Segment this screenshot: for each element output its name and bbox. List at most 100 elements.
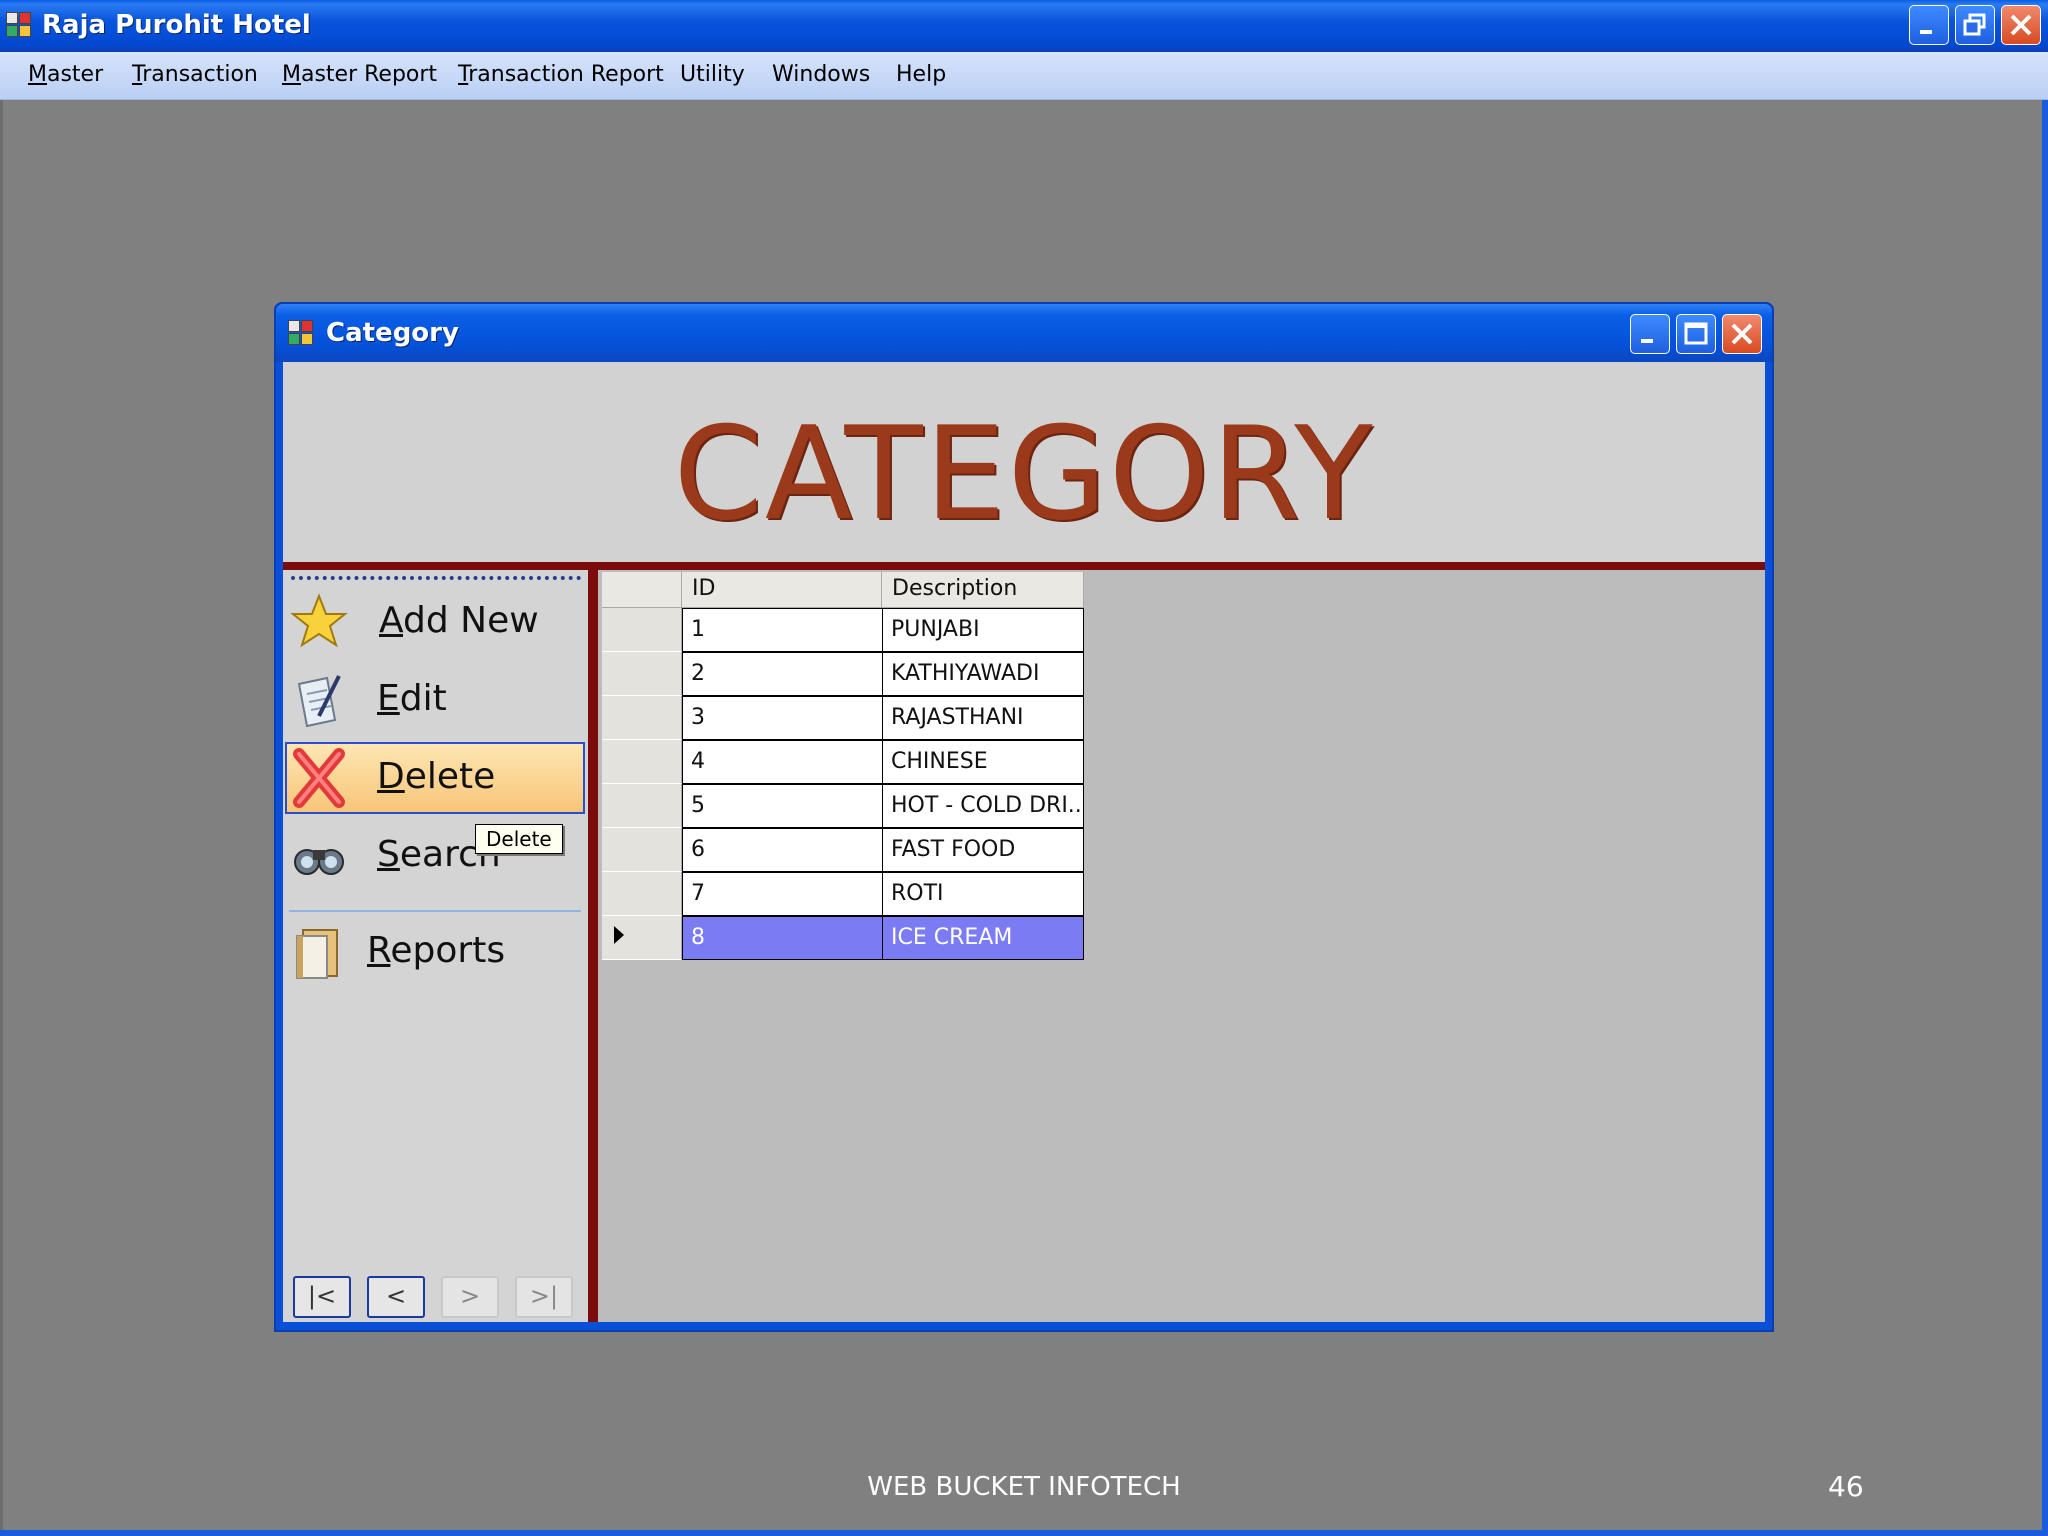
close-button[interactable] bbox=[2001, 5, 2041, 45]
menu-mnemonic: T bbox=[132, 62, 143, 87]
reports-button[interactable]: Reports bbox=[285, 916, 585, 988]
label-text: elete bbox=[404, 756, 496, 797]
cell-description[interactable]: RAJASTHANI bbox=[882, 696, 1084, 740]
banner-title: CATEGORY bbox=[673, 400, 1375, 549]
menu-bar: Master Transaction Master Report Transac… bbox=[0, 52, 2048, 100]
label-text: dit bbox=[399, 678, 447, 719]
menu-label: aster Report bbox=[300, 62, 438, 87]
row-header-selected[interactable] bbox=[602, 916, 682, 960]
cell-id[interactable]: 7 bbox=[682, 872, 883, 916]
label-mnemonic: S bbox=[377, 834, 400, 875]
banner-divider bbox=[283, 562, 1765, 570]
panel-separator bbox=[289, 910, 581, 912]
edit-button[interactable]: Edit bbox=[285, 664, 585, 736]
row-header[interactable] bbox=[602, 872, 682, 916]
category-window-title: Category bbox=[326, 318, 459, 348]
panel-grip[interactable] bbox=[291, 576, 581, 580]
cell-id[interactable]: 4 bbox=[682, 740, 883, 784]
maximize-icon bbox=[1684, 322, 1708, 345]
cell-id[interactable]: 1 bbox=[682, 608, 883, 652]
close-icon bbox=[2010, 14, 2032, 36]
header-banner: CATEGORY bbox=[283, 362, 1765, 562]
previous-record-button[interactable]: < bbox=[367, 1276, 425, 1318]
cell-description[interactable]: FAST FOOD bbox=[882, 828, 1084, 872]
row-header[interactable] bbox=[602, 696, 682, 740]
row-header[interactable] bbox=[602, 740, 682, 784]
category-window-body: CATEGORY Add New Edit Delete Search Dele… bbox=[283, 362, 1765, 1322]
star-icon bbox=[289, 592, 349, 652]
cell-id[interactable]: 6 bbox=[682, 828, 883, 872]
menu-label: Utility bbox=[680, 62, 745, 87]
cell-id[interactable]: 5 bbox=[682, 784, 883, 828]
mdi-bottom-border bbox=[0, 1530, 2048, 1536]
cell-description[interactable]: HOT - COLD DRI... bbox=[882, 784, 1084, 828]
minimize-button[interactable] bbox=[1909, 5, 1949, 45]
category-window-icon[interactable] bbox=[288, 320, 314, 346]
child-close-button[interactable] bbox=[1722, 314, 1762, 354]
child-minimize-button[interactable] bbox=[1630, 314, 1670, 354]
reports-book-icon bbox=[289, 922, 349, 982]
label-text: dd New bbox=[403, 600, 539, 641]
restore-button[interactable] bbox=[1955, 5, 1995, 45]
menu-transaction[interactable]: Transaction bbox=[132, 62, 258, 87]
reports-label: Reports bbox=[367, 930, 505, 971]
app-titlebar: Raja Purohit Hotel bbox=[0, 0, 2048, 52]
mdi-left-border bbox=[0, 100, 3, 1536]
menu-master-report[interactable]: Master Report bbox=[282, 62, 437, 87]
cell-description[interactable]: CHINESE bbox=[882, 740, 1084, 784]
binoculars-icon bbox=[289, 826, 349, 886]
delete-label: Delete bbox=[377, 756, 495, 797]
first-record-button[interactable]: |< bbox=[293, 1276, 351, 1318]
app-icon[interactable] bbox=[6, 12, 32, 38]
red-x-icon bbox=[289, 748, 349, 808]
menu-mnemonic: T bbox=[458, 62, 469, 87]
menu-label: aster bbox=[46, 62, 104, 87]
next-record-button[interactable]: > bbox=[441, 1276, 499, 1318]
grid-corner-header[interactable] bbox=[602, 572, 682, 608]
label-mnemonic: D bbox=[377, 756, 405, 797]
close-icon bbox=[1731, 323, 1753, 345]
edit-document-icon bbox=[289, 670, 349, 730]
cell-id[interactable]: 3 bbox=[682, 696, 883, 740]
add-new-label: Add New bbox=[379, 600, 539, 641]
menu-mnemonic: M bbox=[282, 62, 301, 87]
label-text: eports bbox=[390, 930, 506, 971]
menu-label: Help bbox=[896, 62, 947, 87]
cell-id-selected[interactable]: 8 bbox=[682, 916, 883, 960]
last-record-button[interactable]: >| bbox=[515, 1276, 573, 1318]
row-header[interactable] bbox=[602, 652, 682, 696]
row-header[interactable] bbox=[602, 828, 682, 872]
category-grid-area: ID Description 1 PUNJABI 2 KATHIYAWADI 3… bbox=[598, 570, 1765, 1322]
child-maximize-button[interactable] bbox=[1676, 314, 1716, 354]
cell-description[interactable]: ROTI bbox=[882, 872, 1084, 916]
delete-button[interactable]: Delete bbox=[285, 742, 585, 814]
row-header[interactable] bbox=[602, 784, 682, 828]
restore-icon bbox=[1963, 13, 1986, 36]
cell-description-selected[interactable]: ICE CREAM bbox=[882, 916, 1084, 960]
previous-record-icon: < bbox=[385, 1282, 407, 1310]
minimize-icon bbox=[1920, 30, 1932, 34]
column-header-description[interactable]: Description bbox=[882, 572, 1084, 608]
edit-label: Edit bbox=[377, 678, 447, 719]
menu-label: ransaction bbox=[142, 62, 258, 87]
cell-id[interactable]: 2 bbox=[682, 652, 883, 696]
row-header[interactable] bbox=[602, 608, 682, 652]
cell-description[interactable]: KATHIYAWADI bbox=[882, 652, 1084, 696]
next-record-icon: > bbox=[459, 1282, 481, 1310]
action-panel: Add New Edit Delete Search Delete Report… bbox=[283, 570, 588, 1322]
category-titlebar[interactable]: Category bbox=[276, 304, 1772, 362]
menu-utility[interactable]: Utility bbox=[680, 62, 745, 87]
menu-help[interactable]: Help bbox=[896, 62, 946, 87]
minimize-icon bbox=[1641, 339, 1653, 343]
footer-company: WEB BUCKET INFOTECH bbox=[867, 1472, 1181, 1502]
menu-label: Windows bbox=[772, 62, 871, 87]
menu-transaction-report[interactable]: Transaction Report bbox=[458, 62, 664, 87]
menu-master[interactable]: Master bbox=[28, 62, 103, 87]
page-number: 46 bbox=[1828, 1470, 1864, 1503]
cell-description[interactable]: PUNJABI bbox=[882, 608, 1084, 652]
add-new-button[interactable]: Add New bbox=[285, 586, 585, 658]
column-header-id[interactable]: ID bbox=[682, 572, 882, 608]
panel-divider bbox=[588, 570, 598, 1322]
current-row-arrow-icon bbox=[614, 926, 624, 944]
menu-windows[interactable]: Windows bbox=[772, 62, 870, 87]
